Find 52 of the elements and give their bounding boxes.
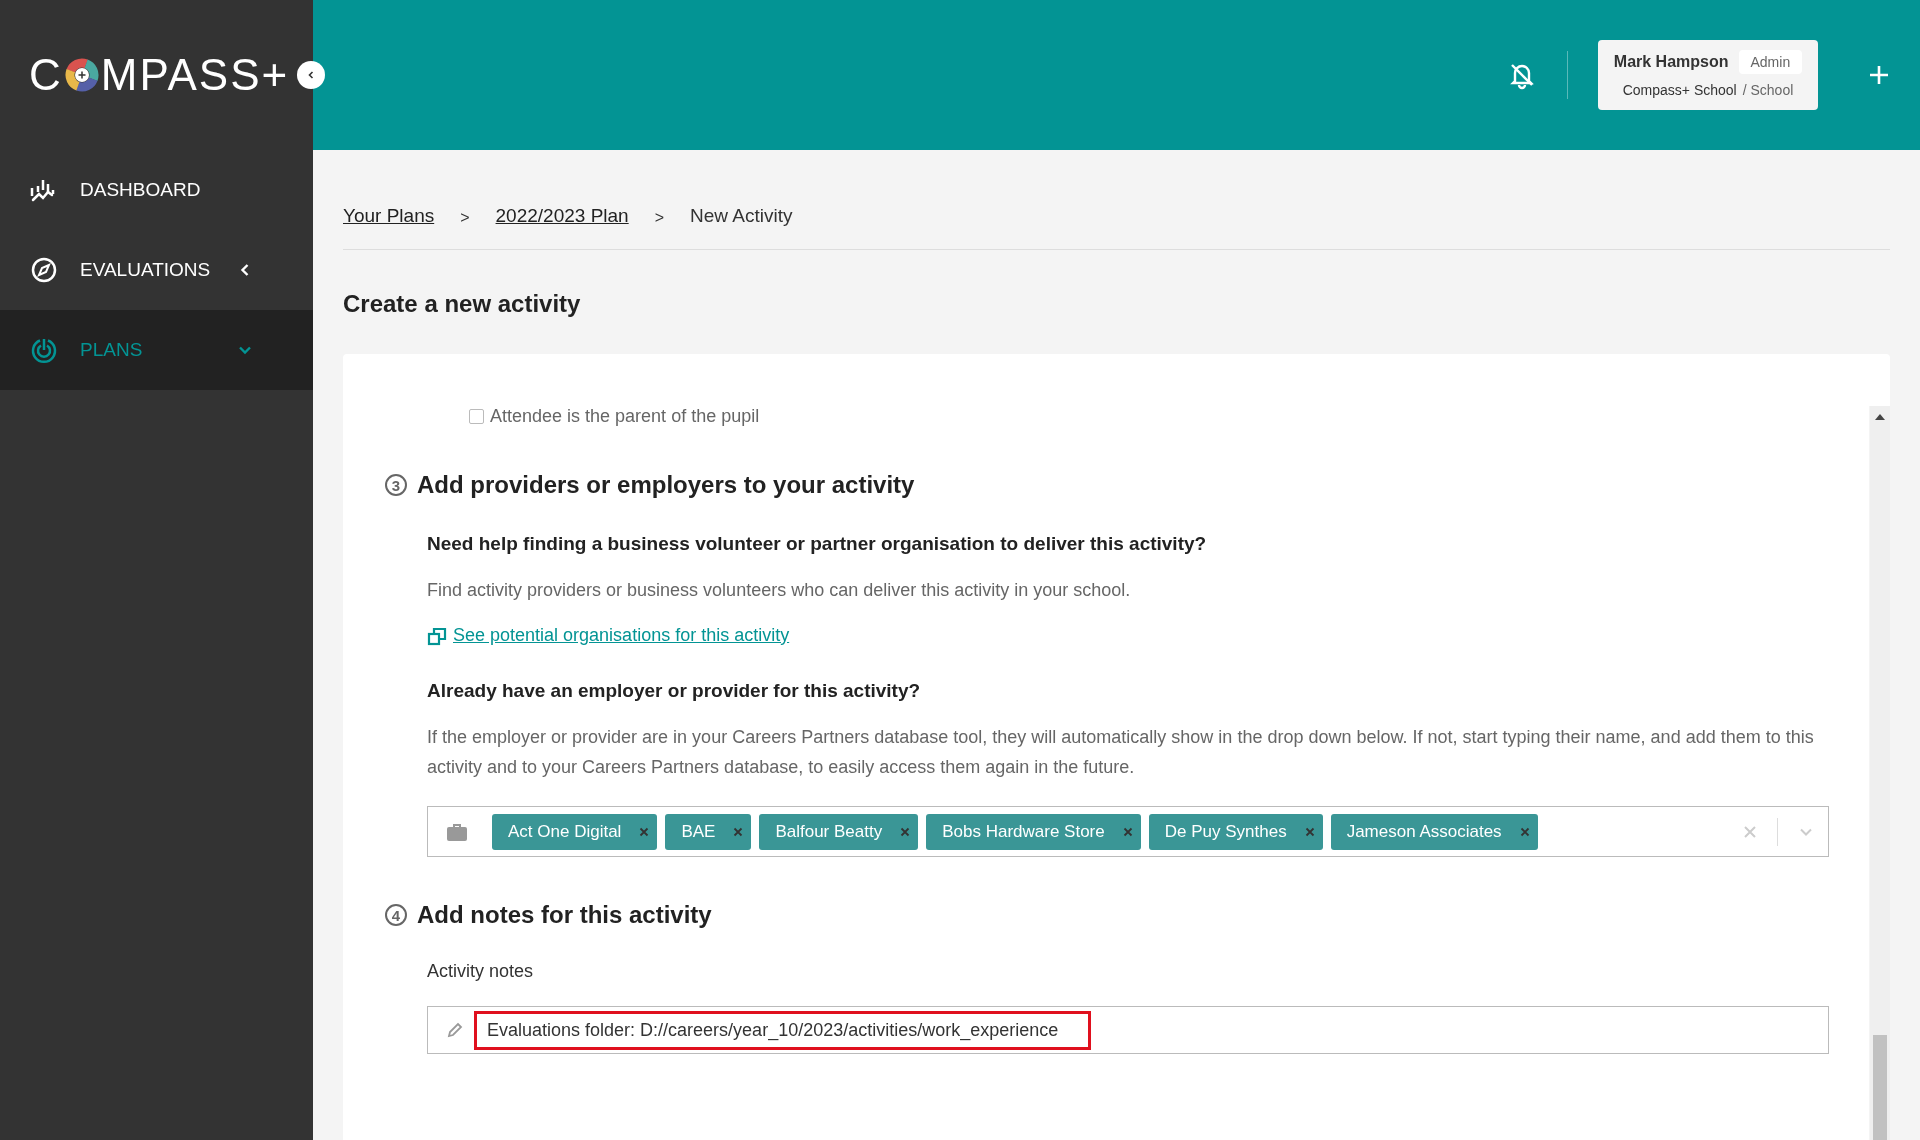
remove-icon[interactable] <box>900 826 911 837</box>
existing-text: If the employer or provider are in your Careers Partners database tool, they will automatically show in the drop down below. If not, start typing their name, and add them to this activity and to your Careers Partners database, to easily access them again in the future. <box>427 726 1815 779</box>
user-name: Mark Hampson <box>1613 53 1729 71</box>
notes-field[interactable]: Evaluations folder: D://careers/year_10/2023/activities/work_experience <box>427 1006 1829 1054</box>
remove-icon[interactable] <box>733 826 744 837</box>
provider-tag: BAE <box>665 813 752 850</box>
logo-text: MPASS+ <box>100 53 290 97</box>
school-name: Compass+ School <box>1622 82 1737 98</box>
provider-tag: De Puy Synthes <box>1148 813 1323 850</box>
remove-icon[interactable] <box>1304 826 1315 837</box>
notes-label: Activity notes <box>427 961 535 982</box>
breadcrumb-separator: > <box>460 209 470 227</box>
breadcrumb-current: New Activity <box>690 205 793 227</box>
provider-tag: Jameson Associates <box>1330 813 1538 850</box>
page-title: Create a new activity <box>343 289 582 319</box>
section-title: Add notes for this activity <box>417 901 712 929</box>
provider-tag: Act One Digital <box>492 813 658 850</box>
checkbox[interactable] <box>469 409 484 424</box>
provider-tag: Bobs Hardware Store <box>926 813 1141 850</box>
step-number: 3 <box>385 474 407 496</box>
step-number: 4 <box>385 904 407 926</box>
remove-icon[interactable] <box>639 826 650 837</box>
scroll-up-arrow-icon[interactable] <box>1875 414 1885 420</box>
breadcrumb-separator: > <box>654 209 664 227</box>
external-link-icon <box>427 625 447 646</box>
compass-icon <box>30 256 58 284</box>
nav-item[interactable]: PLANS <box>0 310 313 390</box>
scrollbar-thumb[interactable] <box>1873 1035 1887 1140</box>
breadcrumb-link[interactable]: 2022/2023 Plan <box>495 205 629 227</box>
existing-question: Already have an employer or provider for this activity? <box>427 680 922 702</box>
remove-icon[interactable] <box>1519 826 1530 837</box>
pencil-icon <box>446 1021 464 1039</box>
logo-text: C <box>29 53 63 97</box>
scrollbar-track[interactable] <box>1869 406 1890 1140</box>
help-text: Find activity providers or business volunteers who can deliver this activity in your school. <box>427 579 1132 602</box>
provider-tag: Balfour Beatty <box>759 813 919 850</box>
remove-icon[interactable] <box>1122 826 1133 837</box>
checkbox-label: Attendee is the parent of the pupil <box>490 406 760 427</box>
logo-ring-icon <box>64 58 99 92</box>
briefcase-icon <box>446 821 468 842</box>
chevron-left-icon <box>306 70 316 80</box>
breadcrumb-link[interactable]: Your Plans <box>343 205 435 227</box>
notes-value: Evaluations folder: D://careers/year_10/2023/activities/work_experience <box>474 1010 1092 1050</box>
section-title: Add providers or employers to your activity <box>417 471 915 499</box>
user-card[interactable]: Mark Hampson Admin Compass+ School / School <box>1598 40 1818 110</box>
organisations-link[interactable]: See potential organisations for this activity <box>453 625 790 646</box>
school-type: / School <box>1742 82 1794 98</box>
help-question: Need help finding a business volunteer or partner organisation to deliver this activity? <box>427 533 1208 555</box>
plus-icon[interactable] <box>1868 64 1890 86</box>
providers-select[interactable]: Act One Digital BAE Balfour Beatty Bobs Hardware Store De Puy Synthes Jameson Associates <box>427 806 1829 857</box>
role-badge: Admin <box>1738 50 1803 74</box>
collapse-sidebar-button[interactable] <box>297 61 325 89</box>
